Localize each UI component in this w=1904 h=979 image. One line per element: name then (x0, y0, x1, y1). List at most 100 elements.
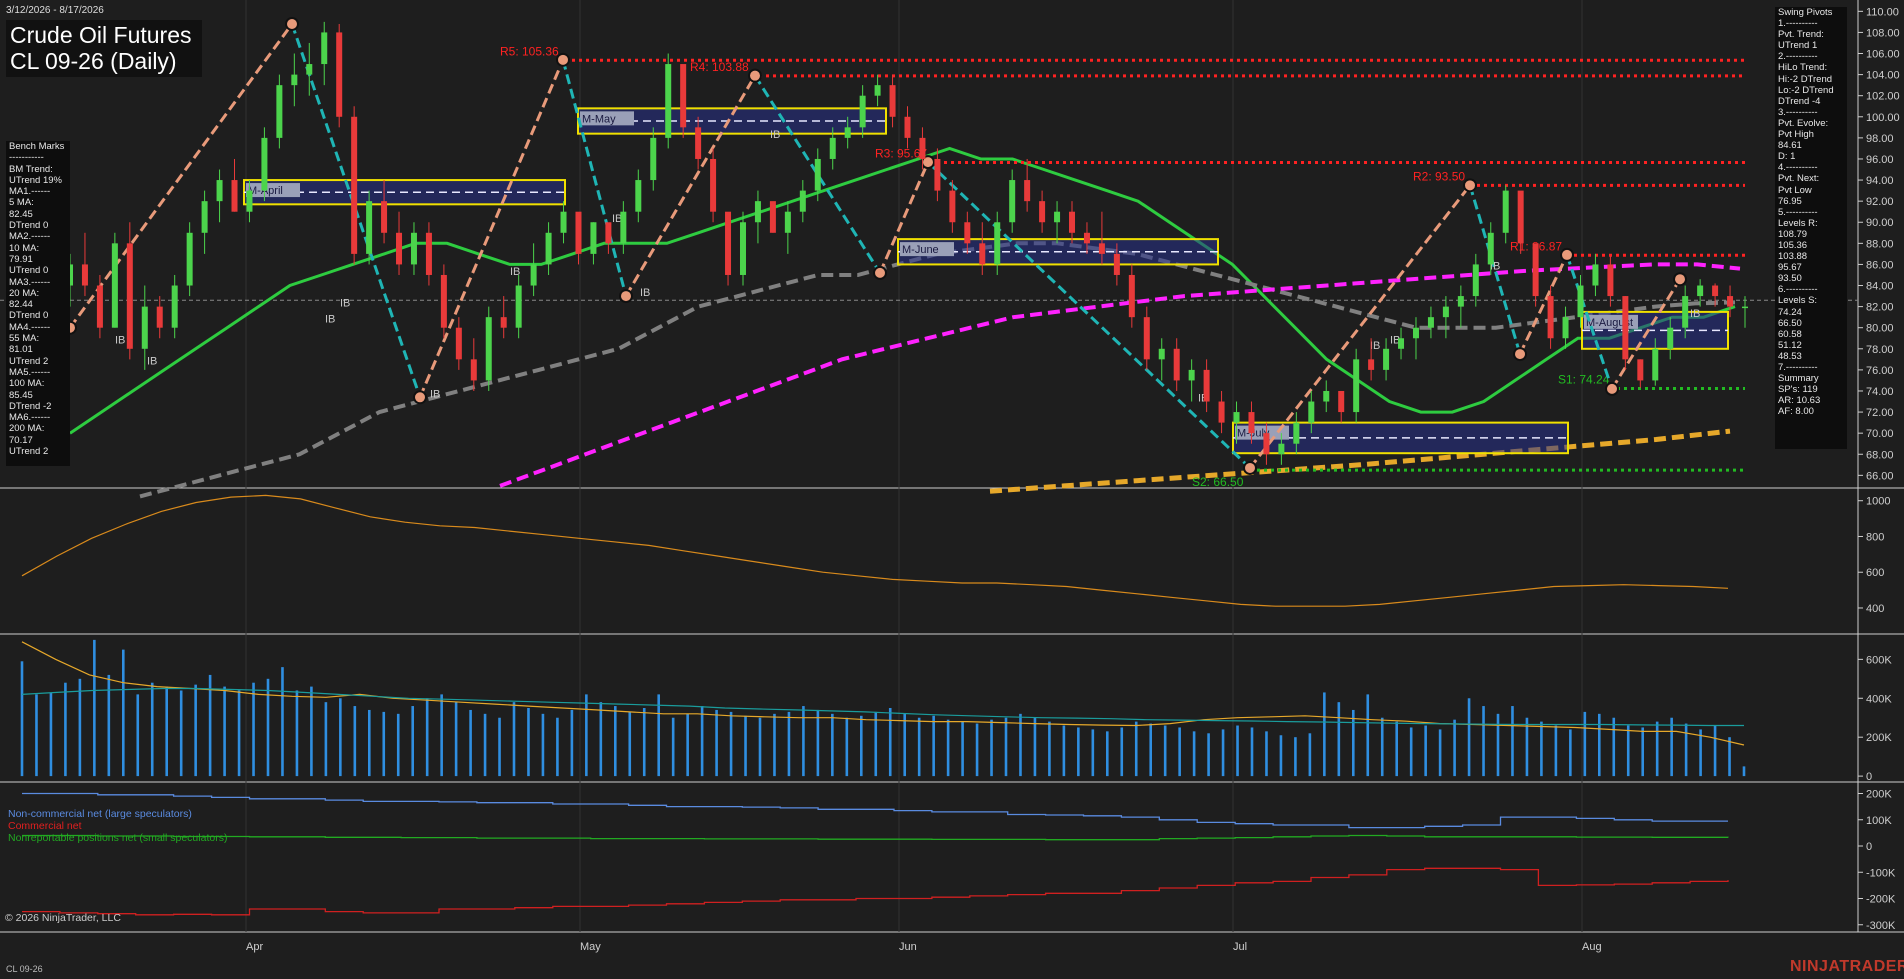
candle-body (111, 243, 118, 328)
candle-body (620, 211, 627, 244)
legend-commercial: Commercial net (8, 820, 82, 832)
benchmark-line: MA1.------ (9, 186, 51, 198)
candle-body (919, 137, 926, 159)
volume-bar (1337, 702, 1341, 777)
candle-body (396, 232, 403, 265)
swing-pivot-line: 48.53 (1778, 350, 1802, 362)
chart-canvas[interactable]: R5: 105.36R4: 103.88R3: 95.67R2: 93.50R1… (0, 0, 1904, 979)
volume-bar (295, 690, 299, 777)
cot-tick-label: 0 (1866, 841, 1872, 853)
volume-bar (1511, 706, 1514, 777)
benchmark-line: 85.45 (9, 389, 33, 401)
candle-body (276, 85, 283, 138)
candle-body (1577, 285, 1584, 318)
volume-bar (845, 717, 849, 777)
volume-bar (281, 667, 284, 777)
cot-panel (22, 792, 1729, 916)
swing-pivot-marker (285, 16, 299, 31)
candle-body (1502, 190, 1509, 233)
chart-subtitle: CL 09-26 (Daily) (10, 48, 177, 74)
date-range: 3/12/2026 - 8/17/2026 (6, 5, 104, 16)
benchmark-line: BM Trend: (9, 163, 53, 175)
swing-pivot-line: 4.---------- (1778, 162, 1818, 174)
price-tick-label: 94.00 (1866, 175, 1894, 187)
volume-bar (1236, 725, 1239, 777)
volume-bar (1279, 735, 1283, 777)
legend-large-speculators: Non-commercial net (large speculators) (8, 808, 192, 820)
swing-line (561, 59, 628, 297)
ib-label: IB (325, 313, 335, 325)
candle-body (1682, 296, 1689, 328)
price-tick-label: 88.00 (1866, 238, 1894, 250)
candle-body (381, 201, 388, 233)
volume-bar (367, 709, 371, 777)
candle-body (126, 243, 133, 349)
volume-bar (1612, 717, 1616, 777)
price-tick-label: 106.00 (1866, 49, 1900, 61)
benchmark-line: 79.91 (9, 253, 33, 265)
month-label: Jul (1233, 941, 1247, 953)
swing-pivot-line: 84.61 (1778, 140, 1802, 152)
swing-pivot-marker (1673, 272, 1687, 287)
volume-bar (93, 639, 96, 777)
volume-bar (802, 706, 805, 777)
candle-body (351, 116, 358, 254)
volume-bar (990, 719, 993, 777)
osc-tick-label: 800 (1866, 531, 1884, 543)
candle-body (680, 64, 687, 128)
swing-pivot-line: UTrend 1 (1778, 40, 1818, 52)
candle-body (1562, 317, 1569, 339)
candle-body (1607, 264, 1614, 297)
volume-bar (961, 721, 964, 777)
volume-bar (628, 711, 632, 777)
swing-pivot-line: Levels R: (1778, 217, 1818, 229)
swing-pivot-line: 105.36 (1778, 239, 1808, 251)
month-label: Aug (1582, 941, 1602, 953)
swing-pivot-line: D: 1 (1778, 151, 1796, 163)
candle-body (500, 317, 507, 328)
swing-pivot-line: Swing Pivots (1778, 7, 1833, 18)
pivot-level-label: R4: 103.88 (690, 60, 749, 74)
volume-bar (1670, 717, 1673, 777)
volume-bar (1163, 725, 1167, 777)
candle-body (1622, 296, 1629, 360)
swing-pivot-marker (619, 289, 633, 304)
volume-bar (787, 711, 791, 777)
candle-body (1412, 327, 1419, 339)
volume-bar (411, 706, 415, 777)
benchmark-line: ----------- (9, 152, 44, 164)
swing-pivot-line: Summary (1778, 373, 1819, 385)
swing-pivot-marker (1243, 460, 1257, 475)
swing-pivot-marker (413, 390, 427, 405)
swing-pivot-marker (748, 68, 762, 83)
volume-bar (1294, 737, 1297, 777)
pivot-level-label: R5: 105.36 (500, 44, 559, 58)
volume-bar (150, 682, 154, 777)
price-axis[interactable]: Apr May Jun Jul Aug 66.00 68.00 70.00 72.00 74.00… (246, 6, 1900, 953)
benchmark-line: MA2.------ (9, 231, 51, 243)
price-tick-label: 108.00 (1866, 27, 1900, 39)
benchmark-line: Bench Marks (9, 141, 65, 152)
month-box-label: M-May (582, 113, 616, 125)
volume-bar (1149, 723, 1153, 777)
candle-body (1637, 359, 1644, 381)
candle-body (575, 211, 582, 254)
candle-body (695, 127, 702, 159)
volume-bar (642, 708, 646, 777)
legend-small-speculators: Nonreportable positions net (small specu… (8, 832, 228, 844)
ib-label: IB (640, 287, 650, 299)
swing-pivot-line: 5.---------- (1778, 206, 1818, 218)
swing-pivot-line: Lo:-2 DTrend (1778, 84, 1834, 96)
volume-bar (1655, 721, 1659, 777)
month-box-label: M-June (902, 244, 939, 256)
candle-body (1233, 412, 1240, 423)
candle-body (261, 137, 268, 191)
candle-body (1517, 190, 1524, 244)
volume-bar (816, 709, 820, 777)
benchmark-line: UTrend 0 (9, 265, 49, 277)
oscillator-line (21, 494, 1729, 607)
candle-body (725, 211, 732, 275)
candle-body (799, 190, 806, 212)
candle-body (1652, 348, 1659, 381)
candle-body (754, 201, 761, 223)
